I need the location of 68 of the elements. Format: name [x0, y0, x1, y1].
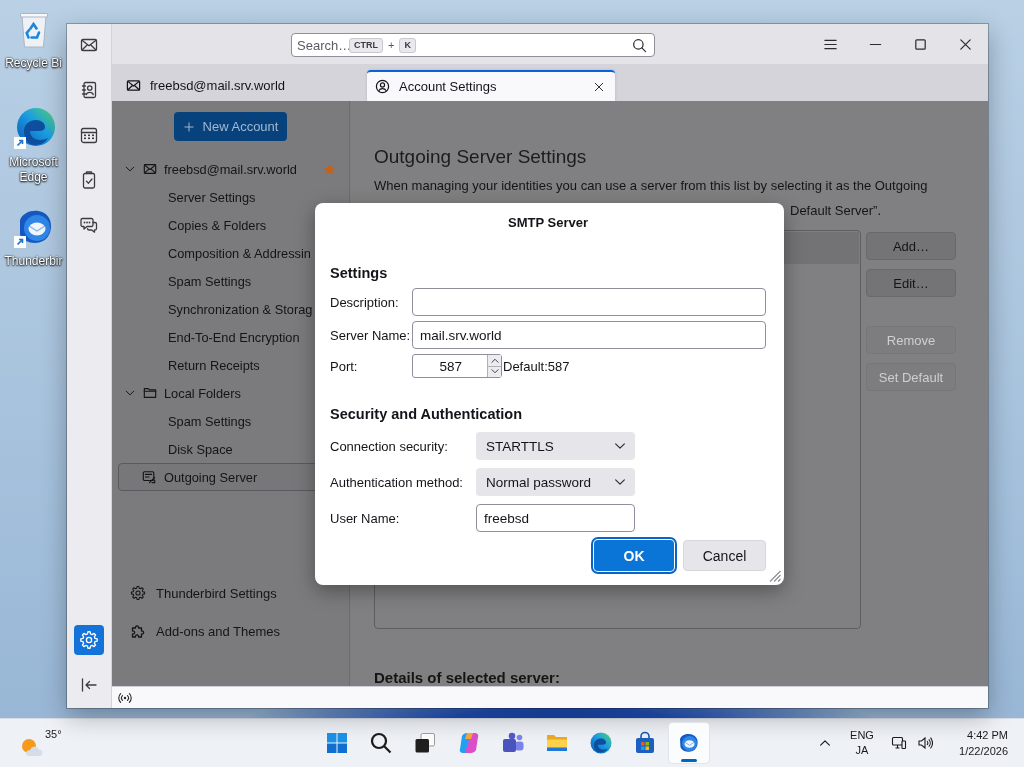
- arrow-left-bar-icon: [79, 675, 99, 695]
- envelope-icon: [143, 162, 157, 176]
- page-heading: Outgoing Server Settings: [374, 145, 588, 169]
- ok-button[interactable]: OK: [594, 540, 674, 571]
- calendar-icon: [79, 125, 99, 145]
- tree-item[interactable]: Local Folders: [118, 379, 349, 407]
- plus-icon: [182, 120, 195, 133]
- people-logo-icon: [501, 731, 525, 755]
- settings-icon: [79, 630, 99, 650]
- speaker-icon[interactable]: [917, 735, 933, 751]
- cancel-button[interactable]: Cancel: [683, 540, 766, 571]
- field-label: Server Name:: [330, 327, 412, 343]
- clock[interactable]: 4:42 PM 1/22/2026: [948, 727, 1008, 759]
- new-account-button[interactable]: New Account: [174, 112, 287, 141]
- tab[interactable]: freebsd@mail.srv.world: [118, 70, 366, 101]
- section-heading: Settings: [330, 264, 389, 282]
- resize-grip-icon[interactable]: [769, 570, 781, 582]
- settings-button[interactable]: [74, 625, 104, 655]
- shortcut-plus: +: [388, 39, 395, 51]
- network-monitor-icon[interactable]: [891, 735, 907, 751]
- tree-item[interactable]: freebsd@mail.srv.world: [118, 155, 349, 183]
- shopping-bag-icon: [633, 731, 657, 755]
- address-book-icon: [79, 80, 99, 100]
- field-label: Connection security:: [330, 438, 449, 454]
- four-squares-icon: [325, 731, 349, 755]
- swirl-logo-icon[interactable]: [11, 106, 56, 150]
- text-field[interactable]: freebsd: [476, 504, 635, 532]
- increment-button[interactable]: [488, 355, 501, 366]
- person-circle-icon: [375, 79, 390, 94]
- tree-item[interactable]: Server Settings: [118, 183, 349, 211]
- envelope-icon: [126, 78, 141, 93]
- chevron-up-icon: [489, 356, 500, 364]
- field-label: Port:: [330, 358, 359, 374]
- speech-bubbles-icon: [79, 215, 99, 235]
- search-icon: [369, 731, 393, 755]
- maximize-icon[interactable]: [913, 36, 928, 52]
- sidebar-link[interactable]: Thunderbird Settings: [112, 574, 349, 612]
- dropdown[interactable]: STARTTLS: [476, 432, 635, 460]
- puzzle-icon: [130, 623, 146, 639]
- text-field[interactable]: [412, 288, 766, 316]
- tab[interactable]: Account Settings: [367, 70, 615, 101]
- broadcast-icon[interactable]: [118, 690, 132, 705]
- field-label: Description:: [330, 294, 400, 310]
- settings-icon: [130, 585, 146, 601]
- close-icon[interactable]: [958, 36, 973, 52]
- dialog-title: SMTP Server: [507, 215, 589, 231]
- text-field[interactable]: mail.srv.world: [412, 321, 766, 349]
- description-text: Default Server”.: [790, 202, 883, 220]
- dropdown[interactable]: Normal password: [476, 468, 635, 496]
- close-tab-icon[interactable]: [593, 80, 605, 93]
- taskbar-button[interactable]: [669, 723, 709, 763]
- list-action-button[interactable]: Edit…: [866, 269, 956, 297]
- chevron-down-icon: [489, 368, 500, 376]
- ribbon-logo-icon: [457, 731, 481, 755]
- input-language-indicator[interactable]: ENG JA: [845, 728, 879, 758]
- temperature-label[interactable]: 35°: [45, 727, 62, 741]
- list-action-button[interactable]: Add…: [866, 232, 956, 260]
- stacked-windows-icon: [413, 731, 437, 755]
- field-label: User Name:: [330, 510, 401, 526]
- envelope-logo-icon: [677, 731, 701, 755]
- section-heading: Details of selected server:: [374, 670, 561, 685]
- default-value-label: Default:587: [503, 358, 570, 374]
- description-text: When managing your identities you can use a server from this list by selecting it as the Outgoing: [374, 177, 929, 195]
- section-heading: Security and Authentication: [330, 405, 523, 423]
- folder-icon: [143, 386, 157, 400]
- sidebar-link[interactable]: Add-ons and Themes: [112, 612, 349, 650]
- swirl-logo-icon: [589, 731, 613, 755]
- search-icon[interactable]: [632, 37, 647, 53]
